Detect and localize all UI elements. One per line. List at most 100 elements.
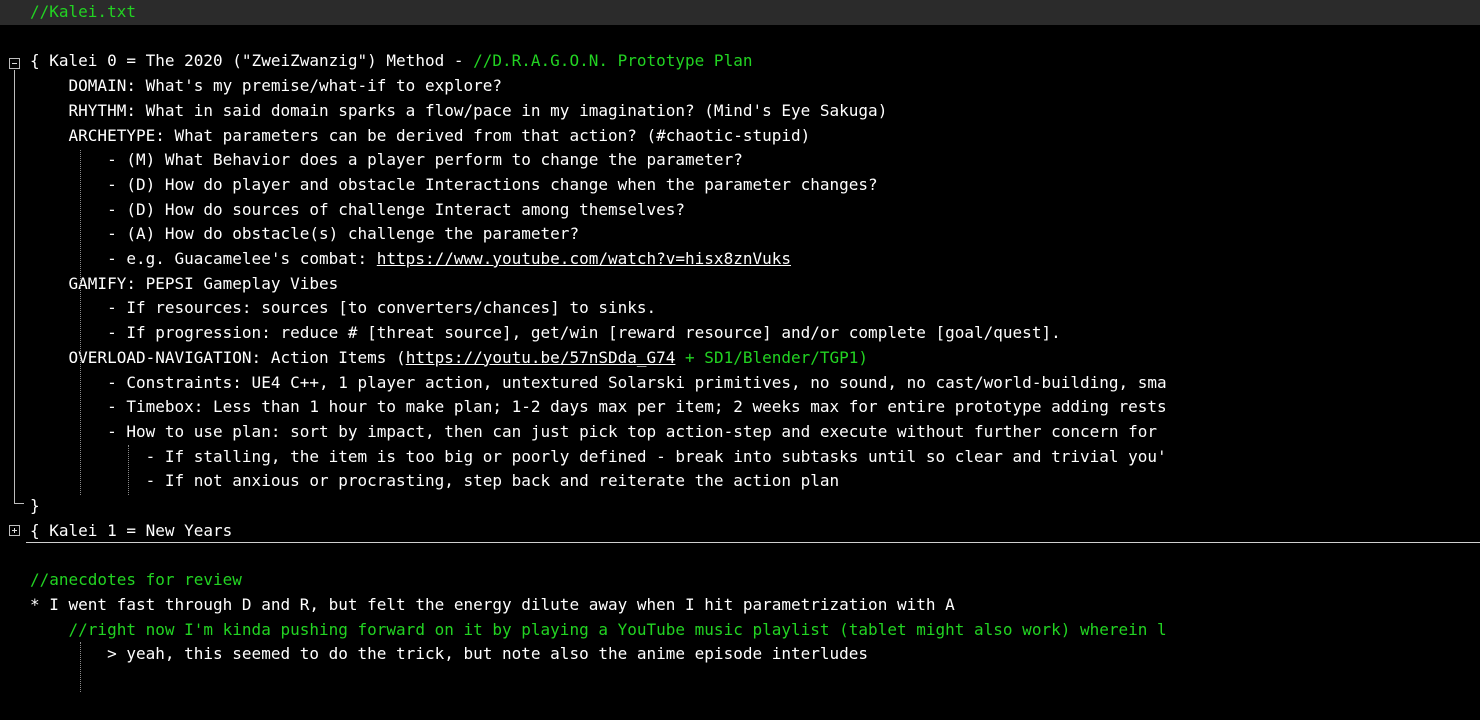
indent-guide (128, 445, 129, 495)
code-text: - (D) How do player and obstacle Interac… (107, 174, 878, 194)
editor-line[interactable]: - If progression: reduce # [threat sourc… (0, 321, 1480, 346)
editor-line[interactable]: - If stalling, the item is too big or po… (0, 445, 1480, 470)
line-text: - (A) How do obstacle(s) challenge the p… (30, 225, 579, 243)
editor-line[interactable]: - (M) What Behavior does a player perfor… (0, 148, 1480, 173)
editor-line[interactable]: GAMIFY: PEPSI Gameplay Vibes (0, 272, 1480, 297)
editor-line[interactable] (0, 543, 1480, 568)
line-text: - How to use plan: sort by impact, then … (30, 421, 1158, 441)
code-text: - If progression: reduce # [threat sourc… (107, 323, 1061, 343)
line-text: - If progression: reduce # [threat sourc… (30, 324, 1061, 342)
editor-line[interactable]: - How to use plan: sort by impact, then … (0, 420, 1480, 445)
editor-line[interactable]: - (D) How do sources of challenge Intera… (0, 198, 1480, 223)
code-text: > yeah, this seemed to do the trick, but… (107, 644, 869, 664)
editor-line[interactable]: ARCHETYPE: What parameters can be derive… (0, 124, 1480, 149)
code-text: DOMAIN: What's my premise/what-if to exp… (68, 76, 503, 96)
fold-separator (26, 542, 1480, 543)
editor-line[interactable]: - (D) How do player and obstacle Interac… (0, 173, 1480, 198)
code-text: { Kalei 0 = The 2020 ("ZweiZwanzig") Met… (30, 51, 474, 71)
line-text: * I went fast through D and R, but felt … (30, 594, 955, 614)
collapse-icon[interactable] (9, 58, 20, 69)
editor-line[interactable]: - e.g. Guacamelee's combat: https://www.… (0, 247, 1480, 272)
line-text: - (D) How do player and obstacle Interac… (30, 174, 878, 194)
code-text: * I went fast through D and R, but felt … (30, 594, 955, 614)
line-text: - Timebox: Less than 1 hour to make plan… (30, 398, 1167, 416)
url-link[interactable]: https://www.youtube.com/watch?v=hisx8znV… (377, 249, 791, 268)
code-text: - (M) What Behavior does a player perfor… (107, 150, 743, 170)
editor-line[interactable]: OVERLOAD-NAVIGATION: Action Items (https… (0, 346, 1480, 371)
editor-line[interactable]: } (0, 494, 1480, 519)
code-text: - If not anxious or procrasting, step ba… (145, 471, 840, 491)
code-text: RHYTHM: What in said domain sparks a flo… (68, 100, 888, 120)
code-text: - (A) How do obstacle(s) challenge the p… (107, 224, 580, 244)
editor-line[interactable] (0, 667, 1480, 692)
editor-line[interactable]: //right now I'm kinda pushing forward on… (0, 618, 1480, 643)
editor-line[interactable]: - If not anxious or procrasting, step ba… (0, 469, 1480, 494)
line-text: - (D) How do sources of challenge Intera… (30, 199, 686, 219)
fold-tree-line (14, 70, 15, 503)
code-text: - (D) How do sources of challenge Intera… (107, 199, 686, 219)
line-text: ARCHETYPE: What parameters can be derive… (30, 125, 811, 145)
indent-guide (80, 150, 81, 495)
comment-text: //right now I'm kinda pushing forward on… (68, 619, 1167, 639)
code-text: - If stalling, the item is too big or po… (145, 446, 1167, 466)
editor-line[interactable]: - Constraints: UE4 C++, 1 player action,… (0, 371, 1480, 396)
line-text: //Kalei.txt (30, 3, 136, 21)
editor-line[interactable]: //Kalei.txt (0, 0, 1480, 25)
editor-line[interactable] (0, 25, 1480, 50)
line-text: - (M) What Behavior does a player perfor… (30, 151, 743, 169)
editor-line[interactable]: * I went fast through D and R, but felt … (0, 593, 1480, 618)
line-text: //right now I'm kinda pushing forward on… (30, 619, 1167, 639)
line-text: > yeah, this seemed to do the trick, but… (30, 645, 868, 663)
comment-text: //Kalei.txt (30, 2, 136, 21)
line-text: - e.g. Guacamelee's combat: https://www.… (30, 250, 791, 268)
line-text: - If not anxious or procrasting, step ba… (30, 471, 840, 491)
editor-line[interactable]: - If resources: sources [to converters/c… (0, 296, 1480, 321)
editor-line[interactable]: - (A) How do obstacle(s) challenge the p… (0, 222, 1480, 247)
editor-line[interactable]: { Kalei 0 = The 2020 ("ZweiZwanzig") Met… (0, 49, 1480, 74)
code-text: { Kalei 1 = New Years (30, 520, 233, 540)
code-text: - e.g. Guacamelee's combat: (107, 249, 377, 268)
line-text: - If stalling, the item is too big or po… (30, 446, 1167, 466)
editor-line[interactable]: RHYTHM: What in said domain sparks a flo… (0, 99, 1480, 124)
line-text (30, 670, 107, 688)
line-text: DOMAIN: What's my premise/what-if to exp… (30, 77, 502, 95)
expand-icon[interactable] (9, 525, 20, 536)
editor-line[interactable]: > yeah, this seemed to do the trick, but… (0, 642, 1480, 667)
code-text: - Timebox: Less than 1 hour to make plan… (107, 397, 1167, 417)
line-text: } (30, 497, 40, 515)
code-text: GAMIFY: PEPSI Gameplay Vibes (68, 273, 339, 293)
fold-tree-end (14, 503, 24, 504)
line-text: { Kalei 1 = New Years (30, 520, 233, 540)
line-text: - Constraints: UE4 C++, 1 player action,… (30, 373, 1167, 392)
comment-text: //D.R.A.G.O.N. Prototype Plan (473, 51, 753, 71)
editor-line[interactable]: - Timebox: Less than 1 hour to make plan… (0, 395, 1480, 420)
editor-line[interactable]: DOMAIN: What's my premise/what-if to exp… (0, 74, 1480, 99)
code-text: ARCHETYPE: What parameters can be derive… (68, 125, 811, 145)
url-link[interactable]: https://youtu.be/57nSDda_G74 (406, 348, 676, 367)
indent-guide (80, 642, 81, 692)
code-text: - If resources: sources [to converters/c… (107, 298, 657, 318)
code-text: - How to use plan: sort by impact, then … (107, 421, 1158, 441)
editor-line[interactable]: //anecdotes for review (0, 568, 1480, 593)
line-text: RHYTHM: What in said domain sparks a flo… (30, 100, 888, 120)
text-editor[interactable]: //Kalei.txt { Kalei 0 = The 2020 ("ZweiZw… (0, 0, 1480, 720)
editor-line[interactable]: { Kalei 1 = New Years (0, 519, 1480, 544)
code-text: OVERLOAD-NAVIGATION: Action Items ( (68, 347, 406, 367)
line-text: { Kalei 0 = The 2020 ("ZweiZwanzig") Met… (30, 52, 752, 70)
